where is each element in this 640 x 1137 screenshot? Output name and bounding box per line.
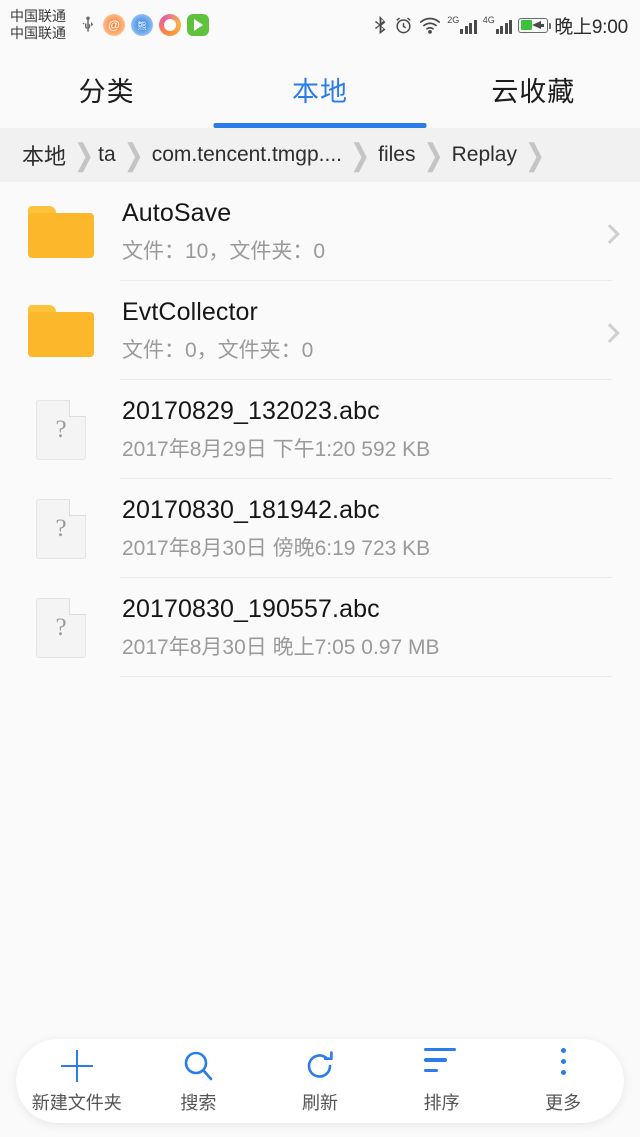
search-button[interactable]: 搜索 (138, 1039, 260, 1123)
unknown-file-icon: ? (36, 399, 86, 460)
item-info: 2017年8月29日 下午1:20 592 KB (122, 437, 431, 461)
folder-icon (28, 205, 94, 258)
item-name: 20170830_181942.abc (122, 495, 380, 524)
row-texts: 20170829_132023.abc 2017年8月29日 下午1:20 59… (122, 397, 430, 463)
sort-icon (423, 1047, 460, 1084)
status-bar: 中国联通 中国联通 @ 熊 2G 4G 晚上9:00 (0, 0, 640, 50)
status-bar-right: 2G 4G 晚上9:00 (373, 12, 628, 39)
tab-categories[interactable]: 分类 (0, 50, 213, 128)
signal-sim2-icon: 4G (483, 16, 513, 34)
weibo-icon (103, 14, 125, 36)
item-name: 20170830_190557.abc (122, 594, 380, 623)
breadcrumb: 本地 ❯ ta ❯ com.tencent.tmgp.... ❯ files ❯… (0, 128, 640, 182)
row-divider (120, 676, 612, 677)
file-list: AutoSave 文件：10，文件夹：0 EvtCollector 文件：0，文… (0, 182, 640, 677)
new-folder-label: 新建文件夹 (31, 1092, 122, 1113)
more-label: 更多 (545, 1092, 582, 1113)
row-texts: 20170830_181942.abc 2017年8月30日 傍晚6:19 72… (122, 496, 430, 562)
signal-sim1-icon: 2G (447, 16, 477, 34)
table-row[interactable]: ? 20170830_181942.abc 2017年8月30日 傍晚6:19 … (0, 479, 640, 578)
chevron-right-icon: ❯ (123, 138, 144, 172)
status-bar-clock: 晚上9:00 (554, 16, 628, 38)
tab-cloud-favorites[interactable]: 云收藏 (427, 50, 640, 128)
item-name: 20170829_132023.abc (122, 396, 380, 425)
table-row[interactable]: EvtCollector 文件：0，文件夹：0 (0, 281, 640, 380)
table-row[interactable]: ? 20170829_132023.abc 2017年8月29日 下午1:20 … (0, 380, 640, 479)
chevron-right-icon: ❯ (524, 138, 546, 172)
new-folder-button[interactable]: 新建文件夹 (16, 1039, 138, 1123)
breadcrumb-item-local[interactable]: 本地 (22, 139, 66, 171)
item-name: AutoSave (122, 198, 232, 227)
chevron-right-icon: ❯ (350, 138, 371, 172)
breadcrumb-item-ta[interactable]: ta (98, 143, 116, 167)
refresh-button[interactable]: 刷新 (259, 1039, 381, 1123)
sim2-network-label: 4G (482, 15, 495, 25)
search-label: 搜索 (180, 1092, 217, 1113)
alarm-icon (394, 16, 413, 35)
carrier-sim1: 中国联通 (10, 8, 66, 24)
bottom-toolbar: 新建文件夹 搜索 刷新 排序 更多 (16, 1039, 624, 1123)
unknown-file-icon: ? (36, 597, 86, 658)
item-info: 文件：10，文件夹：0 (122, 239, 326, 263)
tab-bar: 分类 本地 云收藏 (0, 50, 640, 128)
usb-icon (79, 14, 97, 36)
item-info: 文件：0，文件夹：0 (122, 338, 314, 362)
baidu-icon (131, 14, 153, 36)
sort-button[interactable]: 排序 (381, 1039, 503, 1123)
search-icon (180, 1048, 216, 1084)
row-texts: 20170830_190557.abc 2017年8月30日 晚上7:05 0.… (122, 595, 440, 661)
plus-icon (59, 1048, 95, 1084)
unknown-file-icon: ? (36, 498, 86, 559)
row-texts: AutoSave 文件：10，文件夹：0 (122, 199, 325, 265)
table-row[interactable]: ? 20170830_190557.abc 2017年8月30日 晚上7:05 … (0, 578, 640, 677)
uc-browser-icon (159, 14, 181, 36)
bluetooth-icon (373, 14, 388, 36)
more-vertical-icon (545, 1047, 581, 1084)
play-store-icon (187, 14, 209, 36)
refresh-icon (302, 1048, 338, 1084)
chevron-right-icon: ❯ (423, 138, 444, 172)
item-info: 2017年8月30日 傍晚6:19 723 KB (122, 536, 431, 560)
row-texts: EvtCollector 文件：0，文件夹：0 (122, 298, 313, 364)
item-info: 2017年8月30日 晚上7:05 0.97 MB (122, 635, 440, 659)
battery-charging-icon (518, 17, 552, 33)
refresh-label: 刷新 (301, 1092, 338, 1113)
carrier-sim2: 中国联通 (10, 25, 66, 41)
table-row[interactable]: AutoSave 文件：10，文件夹：0 (0, 182, 640, 281)
chevron-right-icon: ❯ (74, 138, 95, 172)
sort-label: 排序 (423, 1092, 460, 1113)
wifi-icon (419, 16, 441, 35)
breadcrumb-item-files[interactable]: files (378, 143, 415, 167)
chevron-right-icon[interactable] (600, 223, 620, 244)
chevron-right-icon[interactable] (600, 322, 620, 343)
notification-icons (79, 14, 209, 36)
breadcrumb-item-replay[interactable]: Replay (452, 143, 517, 167)
item-name: EvtCollector (122, 297, 258, 326)
breadcrumb-item-package[interactable]: com.tencent.tmgp.... (152, 143, 342, 167)
tab-local[interactable]: 本地 (213, 50, 426, 128)
carrier-labels: 中国联通 中国联通 (10, 8, 66, 42)
folder-icon (28, 304, 94, 357)
more-button[interactable]: 更多 (502, 1039, 624, 1123)
sim1-network-label: 2G (447, 15, 460, 25)
file-manager-screen: 中国联通 中国联通 @ 熊 2G 4G 晚上9:00 分类 本地 云收藏 本地 … (0, 0, 640, 1137)
status-bar-left: 中国联通 中国联通 (10, 8, 209, 42)
